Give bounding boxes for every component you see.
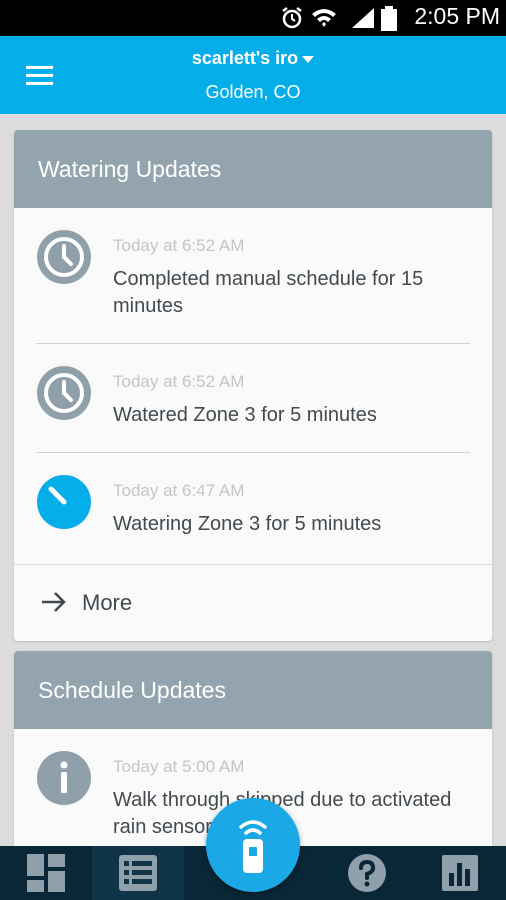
alarm-icon: [282, 7, 302, 29]
device-selector[interactable]: scarlett's iro: [0, 48, 506, 69]
info-icon: [37, 751, 91, 805]
list-item[interactable]: Today at 6:52 AM Watered Zone 3 for 5 mi…: [14, 344, 492, 452]
nav-list[interactable]: [92, 846, 184, 900]
watering-progress-icon: [37, 475, 91, 529]
help-icon: [348, 854, 386, 892]
list-item[interactable]: Today at 6:47 AM Watering Zone 3 for 5 m…: [14, 453, 492, 564]
battery-icon: [381, 6, 397, 31]
status-time: 2:05 PM: [414, 3, 500, 29]
chart-icon: [442, 855, 478, 891]
nav-help[interactable]: [321, 846, 413, 900]
location-label: Golden, CO: [205, 82, 301, 102]
arrow-right-icon: [42, 592, 66, 612]
entry-text: Completed manual schedule for 15 minutes: [113, 268, 424, 317]
entry-text: Watering Zone 3 for 5 minutes: [113, 513, 382, 535]
entry-time: Today at 5:00 AM: [113, 757, 245, 776]
device-name: scarlett's iro: [191, 48, 299, 68]
app-header: scarlett's iro Golden, CO: [0, 36, 506, 114]
list-icon: [119, 855, 157, 891]
remote-icon: [239, 820, 267, 873]
dashboard-icon: [27, 854, 65, 892]
entry-time: Today at 6:52 AM: [113, 236, 245, 255]
list-item[interactable]: Today at 6:52 AM Completed manual schedu…: [14, 208, 492, 343]
entry-time: Today at 6:47 AM: [113, 481, 245, 500]
watering-updates-card: Watering Updates Today at 6:52 AM Comple…: [14, 130, 492, 641]
status-bar: 2:05 PM: [0, 0, 506, 36]
signal-icon: [352, 8, 374, 28]
more-button[interactable]: More: [14, 564, 492, 640]
more-label: More: [82, 590, 133, 615]
clock-icon: [37, 230, 91, 284]
card-title: Schedule Updates: [14, 651, 492, 729]
entry-time: Today at 6:52 AM: [113, 372, 245, 391]
card-title: Watering Updates: [14, 130, 492, 208]
remote-button[interactable]: [206, 798, 300, 892]
wifi-icon: [312, 9, 336, 27]
nav-dashboard[interactable]: [0, 846, 92, 900]
nav-charts[interactable]: [414, 846, 506, 900]
clock-icon: [37, 366, 91, 420]
chevron-down-icon: [302, 55, 315, 63]
entry-text: Watered Zone 3 for 5 minutes: [113, 404, 377, 426]
